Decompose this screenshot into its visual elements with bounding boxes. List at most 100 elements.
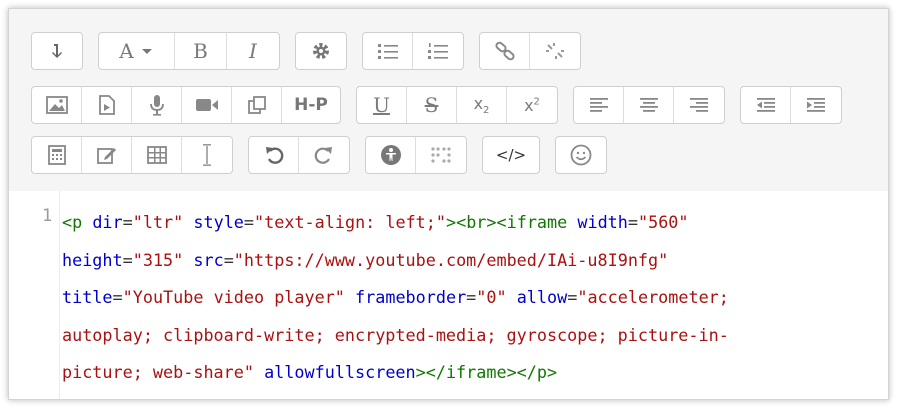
table-button[interactable]	[132, 137, 182, 173]
italic-button[interactable]: I	[227, 33, 279, 69]
html-icon: </>	[495, 146, 527, 164]
link-icon	[494, 41, 515, 61]
code-line[interactable]: <p dir="ltr" style="text-align: left;"><…	[62, 204, 882, 242]
code-token-plain: =	[112, 287, 123, 307]
group-insert	[31, 136, 233, 174]
superscript-icon: x2	[524, 96, 540, 115]
code-token-plain: =	[627, 212, 638, 232]
calculator-icon	[47, 145, 66, 165]
code-token-str: "315"	[132, 249, 184, 270]
code-token-attr: title	[62, 287, 113, 307]
indent-icon	[807, 98, 825, 112]
unordered-list-button[interactable]	[363, 33, 413, 69]
subscript-button[interactable]: x2	[457, 87, 507, 123]
html-button[interactable]: </>	[483, 137, 539, 173]
media-file-icon	[98, 95, 115, 115]
group-emoji	[555, 136, 607, 174]
accessibility-icon	[380, 145, 401, 165]
code-token-attr: height	[62, 249, 123, 270]
undo-button[interactable]	[249, 137, 299, 173]
align-right-icon	[690, 98, 708, 112]
code-token-plain: =	[122, 212, 133, 232]
code-token-str: autoplay; clipboard-write; encrypted-med…	[62, 324, 729, 345]
braille-icon	[431, 147, 451, 163]
source-code[interactable]: <p dir="ltr" style="text-align: left;"><…	[62, 204, 882, 392]
code-token-attr: width	[577, 212, 628, 232]
code-token-str: "accelerometer;	[577, 287, 729, 307]
underline-button[interactable]: U	[357, 87, 407, 123]
group-align	[573, 86, 725, 124]
record-audio-button[interactable]	[132, 87, 182, 123]
group-lists	[362, 32, 464, 70]
undo-icon	[265, 147, 283, 164]
align-right-button[interactable]	[674, 87, 724, 123]
code-token-tag: <p	[62, 212, 83, 232]
code-line[interactable]: picture; web-share" allowfullscreen></if…	[62, 354, 882, 392]
code-token-plain: =	[243, 212, 255, 232]
settings-button[interactable]	[296, 33, 346, 69]
manage-files-button[interactable]	[232, 87, 282, 123]
code-line[interactable]: title="YouTube video player" frameborder…	[62, 279, 882, 317]
redo-icon	[314, 147, 332, 164]
font-dropdown-icon	[141, 49, 152, 54]
group-style: A B I	[98, 32, 280, 70]
code-token-attr: style	[193, 212, 244, 232]
collapse-button[interactable]	[32, 33, 82, 69]
outdent-icon	[756, 98, 775, 112]
font-style-dropdown[interactable]: A	[99, 33, 175, 69]
strikethrough-button[interactable]: S	[407, 87, 457, 123]
code-token-str: picture; web-share"	[62, 362, 254, 382]
unlink-button[interactable]	[530, 33, 580, 69]
superscript-button[interactable]: x2	[507, 87, 557, 123]
media-button[interactable]	[82, 87, 132, 123]
emoji-button[interactable]	[556, 137, 606, 173]
ordered-list-button[interactable]	[413, 33, 463, 69]
group-links	[479, 32, 581, 70]
bold-button[interactable]: B	[175, 33, 227, 69]
edit-button[interactable]	[82, 137, 132, 173]
edit-icon	[96, 148, 116, 164]
group-format: U S x2 x2	[356, 86, 558, 124]
group-accessibility	[365, 136, 467, 174]
code-line[interactable]: autoplay; clipboard-write; encrypted-med…	[62, 317, 882, 355]
code-token-str: "560"	[638, 212, 689, 232]
unordered-list-icon	[377, 44, 398, 59]
text-cursor-icon	[203, 144, 211, 166]
group-indent	[740, 86, 842, 124]
outdent-button[interactable]	[741, 87, 791, 123]
superscript-base: x	[524, 95, 534, 115]
code-token-str: "0"	[476, 287, 507, 307]
code-token-plain: =	[567, 287, 578, 307]
superscript-index: 2	[533, 96, 540, 108]
code-line[interactable]: height="315" src="https://www.youtube.co…	[62, 242, 882, 280]
indent-button[interactable]	[791, 87, 841, 123]
align-center-button[interactable]	[624, 87, 674, 123]
screenreader-helper-button[interactable]	[416, 137, 466, 173]
link-button[interactable]	[480, 33, 530, 69]
code-token-plain: =	[466, 287, 477, 307]
h5p-button[interactable]: H-P	[282, 87, 340, 123]
align-left-button[interactable]	[574, 87, 624, 123]
subscript-base: x	[473, 93, 484, 113]
underline-icon: U	[373, 93, 390, 117]
equation-button[interactable]	[32, 137, 82, 173]
group-html: </>	[482, 136, 540, 174]
code-token-plain: =	[122, 249, 133, 270]
code-token-str: "YouTube video player"	[122, 287, 345, 307]
image-icon	[45, 96, 68, 114]
image-button[interactable]	[32, 87, 82, 123]
redo-button[interactable]	[299, 137, 349, 173]
record-video-button[interactable]	[182, 87, 232, 123]
code-token-plain: =	[223, 249, 234, 270]
gear-icon	[313, 43, 329, 59]
html-source-editor[interactable]: 1 <p dir="ltr" style="text-align: left;"…	[9, 191, 888, 399]
table-icon	[146, 146, 167, 164]
accessibility-checker-button[interactable]	[366, 137, 416, 173]
clear-formatting-button[interactable]	[182, 137, 232, 173]
microphone-icon	[149, 95, 164, 116]
group-collapse	[31, 32, 83, 70]
